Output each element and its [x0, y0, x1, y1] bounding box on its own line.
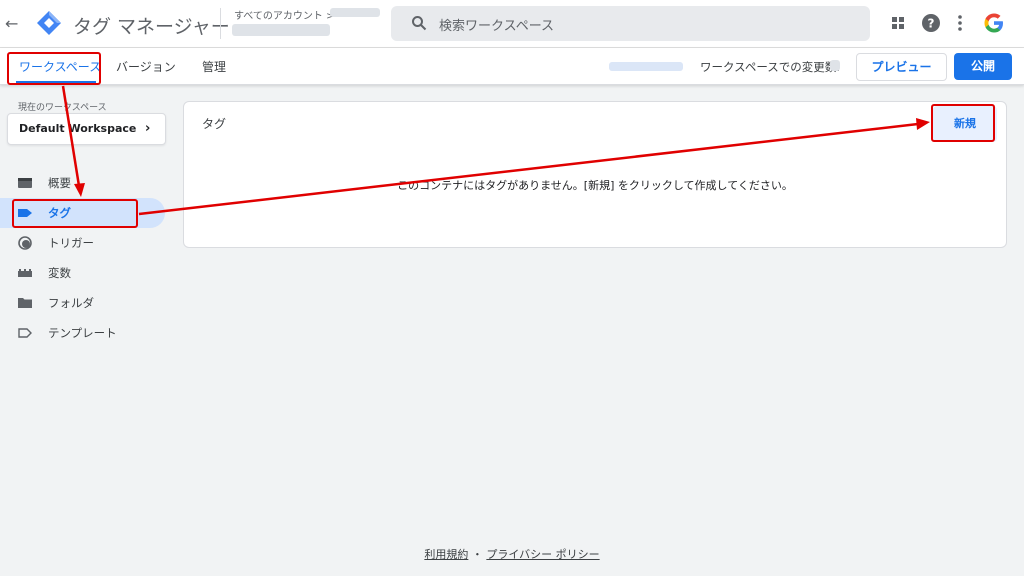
tags-card: タグ 新規 このコンテナにはタグがありません。[新規] をクリックして作成してく…: [183, 101, 1007, 248]
terms-link[interactable]: 利用規約: [424, 548, 468, 561]
sidebar-item-templates[interactable]: テンプレート: [0, 318, 165, 348]
blurred-account-name: [330, 8, 380, 17]
sidebar-item-label: フォルダ: [48, 296, 94, 310]
tab-admin[interactable]: 管理: [202, 58, 226, 75]
blurred-changes-count: [830, 60, 840, 71]
blurred-container-id: [609, 62, 683, 71]
sidebar-item-label: 変数: [48, 266, 71, 280]
card-title: タグ: [202, 117, 227, 131]
overview-icon: [18, 178, 32, 188]
workspace-name: Default Workspace: [19, 122, 137, 135]
folder-icon: [18, 298, 32, 308]
sidebar-item-label: 概要: [48, 176, 71, 190]
tag-manager-logo-icon: [37, 11, 61, 35]
template-icon: [18, 328, 32, 338]
annotation-box-new-button: [931, 104, 995, 142]
sidebar-item-folders[interactable]: フォルダ: [0, 288, 165, 318]
sidebar-item-overview[interactable]: 概要: [0, 168, 165, 198]
privacy-link[interactable]: プライバシー ポリシー: [486, 548, 599, 561]
back-arrow-icon[interactable]: ←: [5, 14, 18, 33]
preview-button[interactable]: プレビュー: [856, 53, 947, 81]
footer-separator: ・: [471, 548, 483, 561]
footer: 利用規約 ・ プライバシー ポリシー: [0, 546, 1024, 562]
workspace-nav-bar: ワークスペース バージョン 管理 ワークスペースでの変更数: プレビュー 公開: [0, 48, 1024, 85]
sidebar-item-variables[interactable]: 変数: [0, 258, 165, 288]
annotation-box-workspace-tab: [7, 52, 101, 85]
trigger-icon: [18, 236, 32, 250]
empty-state-message: このコンテナにはタグがありません。[新規] をクリックして作成してください。: [397, 179, 793, 192]
search-icon: [412, 16, 427, 31]
search-input[interactable]: 検索ワークスペース: [439, 15, 554, 34]
tab-versions[interactable]: バージョン: [116, 58, 176, 75]
account-breadcrumb[interactable]: すべてのアカウント >: [234, 7, 334, 22]
header-divider: [220, 8, 221, 39]
apps-grid-icon[interactable]: [892, 17, 904, 29]
workspace-selector[interactable]: Default Workspace ›: [7, 113, 166, 145]
search-bar[interactable]: 検索ワークスペース: [391, 6, 870, 41]
top-bar: ← タグ マネージャー すべてのアカウント > 検索ワークスペース ?: [0, 0, 1024, 48]
annotation-box-tags-item: [12, 199, 138, 228]
svg-text:?: ?: [928, 17, 935, 31]
publish-button[interactable]: 公開: [954, 53, 1012, 80]
sidebar-item-label: テンプレート: [48, 326, 117, 340]
sidebar-item-label: トリガー: [48, 236, 94, 250]
variables-icon: [18, 269, 32, 277]
current-workspace-label: 現在のワークスペース: [18, 103, 107, 113]
sidebar-item-triggers[interactable]: トリガー: [0, 228, 165, 258]
blurred-container-name[interactable]: [232, 24, 330, 36]
help-icon[interactable]: ?: [922, 14, 940, 32]
more-vert-icon[interactable]: [954, 14, 966, 32]
app-title: タグ マネージャー: [73, 16, 230, 38]
chevron-right-icon: ›: [145, 121, 151, 136]
workspace-changes-label: ワークスペースでの変更数:: [700, 60, 841, 74]
google-account-icon[interactable]: [983, 12, 1005, 34]
